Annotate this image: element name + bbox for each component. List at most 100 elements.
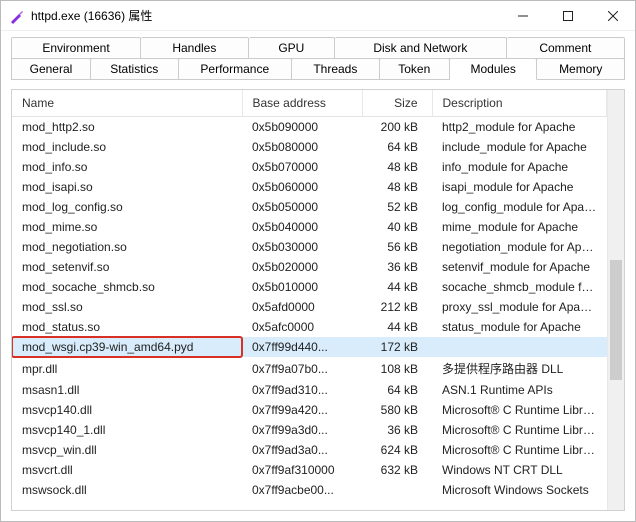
- cell-base: 0x5b030000: [242, 237, 362, 257]
- cell-name: mod_info.so: [12, 157, 242, 177]
- cell-desc: ASN.1 Runtime APIs: [432, 380, 607, 400]
- col-header-size[interactable]: Size: [362, 90, 432, 117]
- tab-memory[interactable]: Memory: [537, 58, 625, 80]
- cell-base: 0x7ff99a3d0...: [242, 420, 362, 440]
- cell-size: 52 kB: [362, 197, 432, 217]
- tab-performance[interactable]: Performance: [179, 58, 293, 80]
- table-row[interactable]: mpr.dll0x7ff9a07b0...108 kB多提供程序路由器 DLL: [12, 357, 607, 380]
- table-header-row: Name Base address Size Description: [12, 90, 607, 117]
- cell-base: 0x7ff9ad310...: [242, 380, 362, 400]
- cell-desc: Microsoft® C Runtime Library: [432, 400, 607, 420]
- table-row[interactable]: mod_isapi.so0x5b06000048 kBisapi_module …: [12, 177, 607, 197]
- col-header-name[interactable]: Name: [12, 90, 242, 117]
- window-title: httpd.exe (16636) 属性: [31, 7, 500, 24]
- cell-base: 0x5b080000: [242, 137, 362, 157]
- cell-desc: http2_module for Apache: [432, 117, 607, 138]
- cell-base: 0x5afd0000: [242, 297, 362, 317]
- cell-size: 580 kB: [362, 400, 432, 420]
- cell-base: 0x5afc0000: [242, 317, 362, 337]
- maximize-button[interactable]: [545, 1, 590, 30]
- table-row[interactable]: mod_wsgi.cp39-win_amd64.pyd0x7ff99d440..…: [12, 337, 607, 357]
- tab-disk-and-network[interactable]: Disk and Network: [335, 37, 507, 59]
- tab-threads[interactable]: Threads: [292, 58, 380, 80]
- table-row[interactable]: msvcp140.dll0x7ff99a420...580 kBMicrosof…: [12, 400, 607, 420]
- cell-name: msvcp_win.dll: [12, 440, 242, 460]
- cell-base: 0x7ff99a420...: [242, 400, 362, 420]
- cell-size: 44 kB: [362, 317, 432, 337]
- tab-comment[interactable]: Comment: [507, 37, 625, 59]
- cell-size: 48 kB: [362, 177, 432, 197]
- cell-size: 212 kB: [362, 297, 432, 317]
- cell-name: mod_log_config.so: [12, 197, 242, 217]
- cell-base: 0x7ff9a07b0...: [242, 357, 362, 380]
- properties-window: httpd.exe (16636) 属性 EnvironmentHandlesG…: [0, 0, 636, 522]
- cell-name: mod_negotiation.so: [12, 237, 242, 257]
- cell-size: 64 kB: [362, 137, 432, 157]
- tab-environment[interactable]: Environment: [11, 37, 141, 59]
- table-row[interactable]: mod_mime.so0x5b04000040 kBmime_module fo…: [12, 217, 607, 237]
- col-header-base[interactable]: Base address: [242, 90, 362, 117]
- tab-token[interactable]: Token: [380, 58, 450, 80]
- cell-desc: Windows NT CRT DLL: [432, 460, 607, 480]
- cell-name: msvcp140.dll: [12, 400, 242, 420]
- content-area: Name Base address Size Description mod_h…: [1, 81, 635, 521]
- cell-base: 0x5b050000: [242, 197, 362, 217]
- cell-size: [362, 480, 432, 500]
- cell-size: 632 kB: [362, 460, 432, 480]
- tab-modules[interactable]: Modules: [450, 58, 538, 80]
- cell-desc: include_module for Apache: [432, 137, 607, 157]
- table-row[interactable]: msvcp_win.dll0x7ff9ad3a0...624 kBMicroso…: [12, 440, 607, 460]
- col-header-desc[interactable]: Description: [432, 90, 607, 117]
- cell-size: 200 kB: [362, 117, 432, 138]
- cell-desc: 多提供程序路由器 DLL: [432, 357, 607, 380]
- cell-name: mod_wsgi.cp39-win_amd64.pyd: [12, 337, 242, 357]
- cell-size: 108 kB: [362, 357, 432, 380]
- table-row[interactable]: mswsock.dll0x7ff9acbe00...Microsoft Wind…: [12, 480, 607, 500]
- cell-name: msvcrt.dll: [12, 460, 242, 480]
- minimize-button[interactable]: [500, 1, 545, 30]
- cell-desc: log_config_module for Apache: [432, 197, 607, 217]
- cell-desc: Microsoft Windows Sockets: [432, 480, 607, 500]
- cell-desc: Microsoft® C Runtime Library: [432, 420, 607, 440]
- table-row[interactable]: msvcp140_1.dll0x7ff99a3d0...36 kBMicroso…: [12, 420, 607, 440]
- table-row[interactable]: mod_setenvif.so0x5b02000036 kBsetenvif_m…: [12, 257, 607, 277]
- tab-statistics[interactable]: Statistics: [91, 58, 179, 80]
- cell-base: 0x5b010000: [242, 277, 362, 297]
- cell-desc: isapi_module for Apache: [432, 177, 607, 197]
- table-row[interactable]: mod_ssl.so0x5afd0000212 kBproxy_ssl_modu…: [12, 297, 607, 317]
- modules-table: Name Base address Size Description mod_h…: [12, 90, 607, 500]
- tab-handles[interactable]: Handles: [141, 37, 249, 59]
- scrollbar-thumb[interactable]: [610, 260, 622, 380]
- cell-desc: socache_shmcb_module for Apache: [432, 277, 607, 297]
- table-row[interactable]: mod_http2.so0x5b090000200 kBhttp2_module…: [12, 117, 607, 138]
- cell-base: 0x7ff9ad3a0...: [242, 440, 362, 460]
- table-row[interactable]: mod_negotiation.so0x5b03000056 kBnegotia…: [12, 237, 607, 257]
- vertical-scrollbar[interactable]: [607, 90, 624, 510]
- table-row[interactable]: mod_include.so0x5b08000064 kBinclude_mod…: [12, 137, 607, 157]
- table-row[interactable]: mod_log_config.so0x5b05000052 kBlog_conf…: [12, 197, 607, 217]
- cell-base: 0x5b090000: [242, 117, 362, 138]
- cell-name: mswsock.dll: [12, 480, 242, 500]
- cell-size: 36 kB: [362, 420, 432, 440]
- cell-size: 48 kB: [362, 157, 432, 177]
- table-row[interactable]: mod_status.so0x5afc000044 kBstatus_modul…: [12, 317, 607, 337]
- table-row[interactable]: mod_socache_shmcb.so0x5b01000044 kBsocac…: [12, 277, 607, 297]
- cell-desc: status_module for Apache: [432, 317, 607, 337]
- table-row[interactable]: msasn1.dll0x7ff9ad310...64 kBASN.1 Runti…: [12, 380, 607, 400]
- cell-name: mod_mime.so: [12, 217, 242, 237]
- cell-desc: [432, 337, 607, 357]
- cell-size: 64 kB: [362, 380, 432, 400]
- cell-name: mod_include.so: [12, 137, 242, 157]
- table-row[interactable]: msvcrt.dll0x7ff9af310000632 kBWindows NT…: [12, 460, 607, 480]
- cell-base: 0x5b040000: [242, 217, 362, 237]
- window-controls: [500, 1, 635, 30]
- modules-table-scroll: Name Base address Size Description mod_h…: [12, 90, 607, 510]
- tab-general[interactable]: General: [11, 58, 91, 80]
- table-row[interactable]: mod_info.so0x5b07000048 kBinfo_module fo…: [12, 157, 607, 177]
- cell-name: mpr.dll: [12, 357, 242, 380]
- titlebar: httpd.exe (16636) 属性: [1, 1, 635, 31]
- cell-base: 0x5b060000: [242, 177, 362, 197]
- tab-gpu[interactable]: GPU: [249, 37, 335, 59]
- close-button[interactable]: [590, 1, 635, 30]
- cell-desc: setenvif_module for Apache: [432, 257, 607, 277]
